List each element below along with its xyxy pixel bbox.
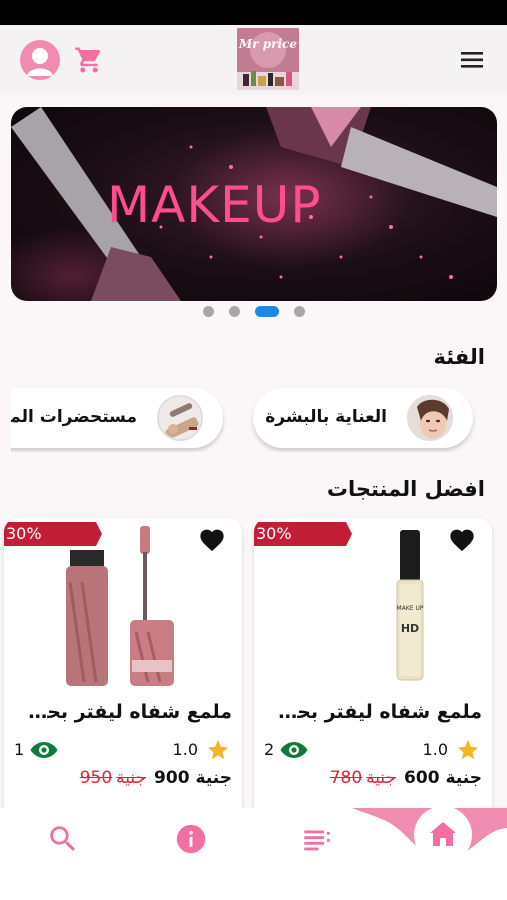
discount-label: 30% (256, 524, 292, 543)
category-chip-skincare[interactable]: العناية بالبشرة (253, 388, 473, 448)
old-price: 780 (329, 768, 363, 788)
products-title: افضل المنتجات (326, 477, 485, 501)
currency: جنية (195, 768, 232, 788)
brand-logo[interactable]: Mr price (237, 28, 299, 90)
list-icon[interactable] (300, 822, 334, 856)
eye-icon (280, 742, 308, 758)
carousel-dot[interactable] (294, 306, 305, 317)
views: 2 (264, 738, 324, 762)
categories-title: الفئة (433, 345, 485, 369)
category-chip-makeup[interactable]: مستحضرات المكياج (11, 388, 223, 448)
concealer-icon: MAKE UP HD (396, 530, 424, 681)
carousel-indicator[interactable] (0, 306, 507, 318)
discount-label: 30% (6, 524, 42, 543)
face-thumb (407, 395, 453, 441)
eye-icon (30, 742, 58, 758)
hamburger-menu-icon[interactable] (458, 47, 486, 73)
search-icon[interactable] (46, 822, 80, 856)
views: 1 (14, 738, 74, 762)
lip-gloss-icon (66, 526, 174, 686)
old-price-currency: جنية (116, 768, 147, 788)
price: 600 (404, 768, 440, 788)
price-row: جنية600جنية780 (330, 768, 482, 792)
user-avatar-icon[interactable] (20, 40, 60, 80)
home-button[interactable] (414, 806, 472, 864)
price-row: جنية900جنية950 (80, 768, 232, 792)
heart-icon[interactable] (198, 526, 226, 552)
views-count: 2 (264, 740, 275, 759)
product-name[interactable]: ملمع شفاه ليفتر بحم... (17, 701, 232, 723)
makeup-banner[interactable]: MAKEUP (11, 107, 497, 301)
rating-value: 1.0 (172, 740, 198, 759)
status-bar (0, 0, 507, 25)
makeup-thumb (157, 395, 203, 441)
svg-text:HD: HD (401, 622, 419, 635)
info-icon[interactable] (174, 822, 208, 856)
carousel-dot[interactable] (203, 306, 214, 317)
star-icon (208, 740, 228, 760)
category-label: العناية بالبشرة (265, 407, 387, 427)
rating-value: 1.0 (422, 740, 448, 759)
bottom-navigation (0, 806, 507, 900)
category-list: العناية بالبشرة مستحضرات المكياج (11, 386, 507, 452)
logo-text: Mr price (239, 37, 297, 51)
star-icon (458, 740, 478, 760)
currency: جنية (445, 768, 482, 788)
cart-icon[interactable] (74, 45, 104, 75)
main-content: MAKEUP الفئة العناية بالبشرة مستحضرات ال… (0, 95, 507, 808)
discount-badge: 30% (254, 522, 352, 546)
banner-title: MAKEUP (107, 176, 322, 234)
heart-icon[interactable] (448, 526, 476, 552)
old-price: 950 (79, 768, 113, 788)
logo-products-icon (243, 71, 292, 86)
category-label: مستحضرات المكياج (11, 407, 137, 427)
carousel-dot[interactable] (229, 306, 240, 317)
product-card[interactable]: 30% ملمع شفاه ليفتر بحم... 1.0 1 جنية900… (4, 518, 242, 808)
price: 900 (154, 768, 190, 788)
carousel-dot-active[interactable] (255, 306, 279, 317)
product-card[interactable]: MAKE UP HD 30% ملمع شفاه ليفتر بحم... 1.… (254, 518, 492, 808)
views-count: 1 (14, 740, 25, 759)
product-name[interactable]: ملمع شفاه ليفتر بحم... (267, 701, 482, 723)
discount-badge: 30% (4, 522, 102, 546)
home-icon (430, 822, 456, 846)
old-price-currency: جنية (366, 768, 397, 788)
app-header: Mr price (0, 25, 507, 95)
svg-text:MAKE UP: MAKE UP (397, 605, 424, 612)
